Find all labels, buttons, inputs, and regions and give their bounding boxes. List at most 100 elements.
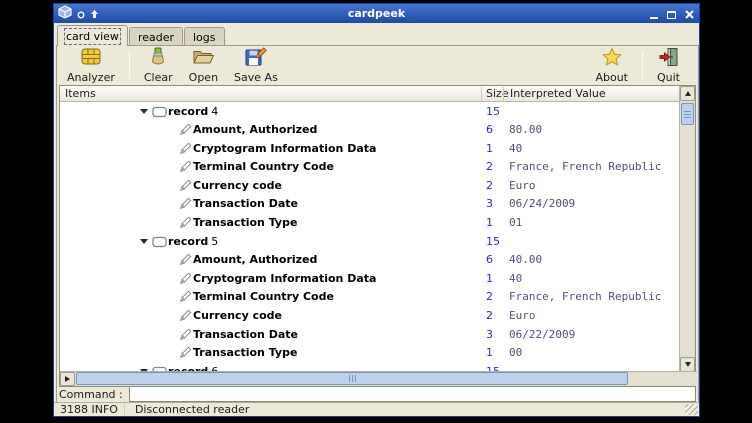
- analyzer-button[interactable]: Analyzer: [59, 45, 123, 86]
- command-input[interactable]: [129, 386, 696, 402]
- arrow-down-icon: [685, 362, 691, 367]
- titlebar-circle-icon: [77, 4, 85, 23]
- app-cube-icon[interactable]: [58, 4, 72, 23]
- column-header-value[interactable]: Interpreted Value: [510, 87, 606, 100]
- record-card-icon: [152, 236, 167, 251]
- record-card-icon: [152, 106, 167, 121]
- table-row[interactable]: Cryptogram Information Data 1 40: [60, 269, 679, 288]
- vertical-scrollbar[interactable]: [679, 86, 695, 372]
- tab-card-view-label: card view: [66, 30, 119, 43]
- table-row[interactable]: Transaction Date 3 06/22/2009: [60, 325, 679, 344]
- item-value: Euro: [509, 309, 536, 322]
- item-value: 40: [509, 272, 522, 285]
- window-title: cardpeek: [54, 7, 699, 20]
- table-row[interactable]: Amount, Authorized 6 80.00: [60, 121, 679, 140]
- minimize-button[interactable]: [648, 9, 659, 19]
- tab-logs[interactable]: logs: [184, 27, 225, 46]
- scroll-down-button[interactable]: [680, 357, 695, 372]
- item-size: 2: [486, 309, 493, 322]
- arrow-up-icon: [685, 91, 691, 96]
- table-row[interactable]: record5 15: [60, 232, 679, 251]
- column-header-items[interactable]: Items: [65, 87, 96, 100]
- smartcard-chip-icon: [79, 47, 103, 71]
- status-code: 3188 INFO: [54, 403, 125, 416]
- table-row[interactable]: Transaction Type 1 01: [60, 214, 679, 233]
- tab-card-view[interactable]: card view: [57, 25, 128, 46]
- tree-header: Items Size Interpreted Value: [60, 86, 679, 102]
- item-size: 1: [486, 346, 493, 359]
- item-label: Cryptogram Information Data: [193, 272, 379, 285]
- status-bar: 3188 INFO Disconnected reader: [54, 402, 699, 416]
- item-label: Transaction Date: [193, 197, 301, 210]
- column-divider[interactable]: [481, 87, 482, 101]
- item-label: Currency code: [193, 309, 285, 322]
- table-row[interactable]: Terminal Country Code 2 France, French R…: [60, 158, 679, 177]
- clear-button-label: Clear: [144, 72, 173, 84]
- close-button[interactable]: [684, 9, 695, 19]
- item-size: 1: [486, 272, 493, 285]
- card-tree: Items Size Interpreted Value record4: [59, 85, 696, 387]
- item-size: 1: [486, 216, 493, 229]
- item-label: Cryptogram Information Data: [193, 142, 379, 155]
- column-header-size[interactable]: Size: [486, 87, 509, 100]
- item-size: 15: [486, 105, 500, 118]
- item-label: record5: [168, 235, 218, 248]
- about-button[interactable]: About: [587, 45, 636, 86]
- table-row[interactable]: Amount, Authorized 6 40.00: [60, 251, 679, 270]
- item-size: 1: [486, 142, 493, 155]
- floppy-pencil-icon: [244, 47, 267, 71]
- tab-reader[interactable]: reader: [129, 27, 183, 46]
- maximize-button[interactable]: [666, 9, 677, 19]
- table-row[interactable]: Transaction Type 1 00: [60, 344, 679, 363]
- folder-open-icon: [192, 47, 215, 71]
- scroll-up-button[interactable]: [680, 86, 695, 101]
- command-label: Command :: [59, 388, 123, 401]
- item-size: 2: [486, 160, 493, 173]
- app-window: cardpeek card view reader logs: [53, 3, 700, 417]
- item-size: 2: [486, 290, 493, 303]
- table-row[interactable]: Currency code 2 Euro: [60, 307, 679, 326]
- vertical-scrollbar-thumb[interactable]: [681, 103, 694, 125]
- expander-triangle-down-icon[interactable]: [140, 239, 148, 244]
- item-label: Amount, Authorized: [193, 253, 320, 266]
- door-exit-icon: [658, 47, 680, 71]
- titlebar[interactable]: cardpeek: [54, 4, 699, 23]
- column-divider[interactable]: [503, 87, 504, 101]
- item-size: 3: [486, 328, 493, 341]
- open-button-label: Open: [189, 72, 218, 84]
- quit-button[interactable]: Quit: [649, 45, 688, 86]
- grip-icon: [349, 375, 356, 382]
- item-label: Terminal Country Code: [193, 160, 337, 173]
- about-button-label: About: [595, 72, 628, 84]
- item-value: 01: [509, 216, 522, 229]
- item-size: 6: [486, 123, 493, 136]
- item-label: Transaction Type: [193, 216, 300, 229]
- horizontal-scrollbar-thumb[interactable]: [76, 372, 628, 385]
- table-row[interactable]: Transaction Date 3 06/24/2009: [60, 195, 679, 214]
- item-value: 80.00: [509, 123, 542, 136]
- card-view-page: Analyzer Clear: [56, 45, 699, 404]
- resize-grip-icon[interactable]: [685, 404, 698, 415]
- item-label: Terminal Country Code: [193, 290, 337, 303]
- tab-logs-label: logs: [193, 31, 216, 44]
- analyzer-button-label: Analyzer: [67, 72, 115, 84]
- expander-triangle-down-icon[interactable]: [140, 109, 148, 114]
- scroll-right-button[interactable]: [60, 372, 75, 386]
- item-label: Amount, Authorized: [193, 123, 320, 136]
- save-as-button[interactable]: Save As: [226, 45, 286, 86]
- table-row[interactable]: Cryptogram Information Data 1 40: [60, 139, 679, 158]
- horizontal-scrollbar[interactable]: [60, 371, 697, 386]
- item-value: 00: [509, 346, 522, 359]
- open-button[interactable]: Open: [181, 45, 226, 86]
- table-row[interactable]: Currency code 2 Euro: [60, 176, 679, 195]
- tab-bar: card view reader logs: [57, 24, 226, 46]
- item-value: 06/22/2009: [509, 328, 575, 341]
- item-label: Currency code: [193, 179, 285, 192]
- clear-button[interactable]: Clear: [136, 45, 181, 86]
- table-row[interactable]: Terminal Country Code 2 France, French R…: [60, 288, 679, 307]
- star-icon: [601, 47, 623, 71]
- toolbar: Analyzer Clear: [57, 46, 698, 84]
- table-row[interactable]: record4 15: [60, 102, 679, 121]
- toolbar-separator: [642, 51, 643, 79]
- item-value: France, French Republic: [509, 160, 661, 173]
